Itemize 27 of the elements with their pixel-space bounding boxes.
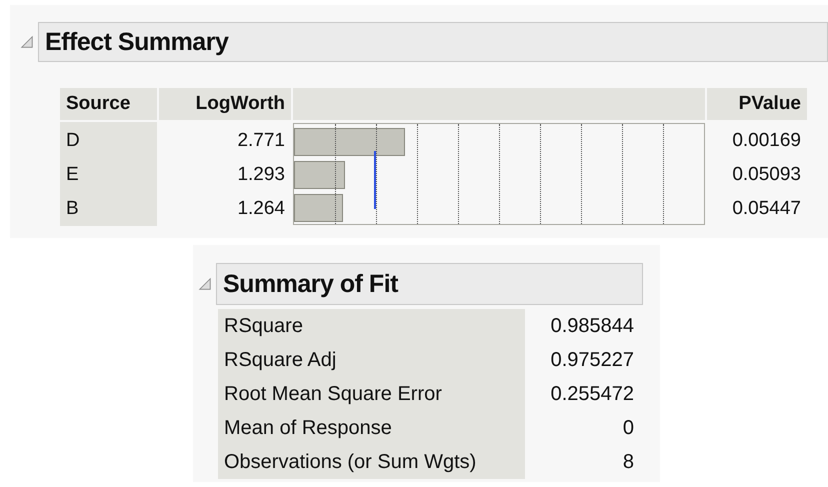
table-cell-text: 0.05447 — [731, 197, 802, 221]
disclosure-icon[interactable] — [20, 35, 34, 49]
reference-line — [374, 151, 376, 209]
column-header: Source — [60, 88, 157, 120]
table-cell-text: 1.293 — [236, 163, 286, 187]
table-cell-text: 0.05093 — [731, 163, 802, 187]
table-cell-text: E — [65, 163, 80, 187]
disclosure-icon[interactable] — [198, 277, 212, 291]
table-cell-text: 0.255472 — [550, 382, 635, 407]
row-label: RSquare Adj — [223, 348, 338, 373]
row-label: Root Mean Square Error — [223, 382, 443, 407]
table-cell-text: D — [65, 129, 81, 153]
section-title: Effect Summary — [38, 22, 828, 62]
table-cell-text: 0.00169 — [731, 129, 802, 153]
column-header: PValue — [707, 88, 807, 120]
row-label: Mean of Response — [223, 416, 393, 441]
section-title: Summary of Fit — [216, 263, 643, 305]
table-cell-text: 0.975227 — [550, 348, 635, 373]
row-label: Observations (or Sum Wgts) — [223, 450, 478, 475]
table-cell-text: 2.771 — [236, 129, 286, 153]
table-cell-text: B — [65, 197, 80, 221]
row-label: RSquare — [223, 314, 304, 339]
column-header: LogWorth — [159, 88, 291, 120]
table-cell-text: 0.985844 — [550, 314, 635, 339]
table-cell-text: 0 — [622, 416, 635, 441]
table-cell-text: 1.264 — [236, 197, 286, 221]
table-cell-text: 8 — [622, 450, 635, 475]
